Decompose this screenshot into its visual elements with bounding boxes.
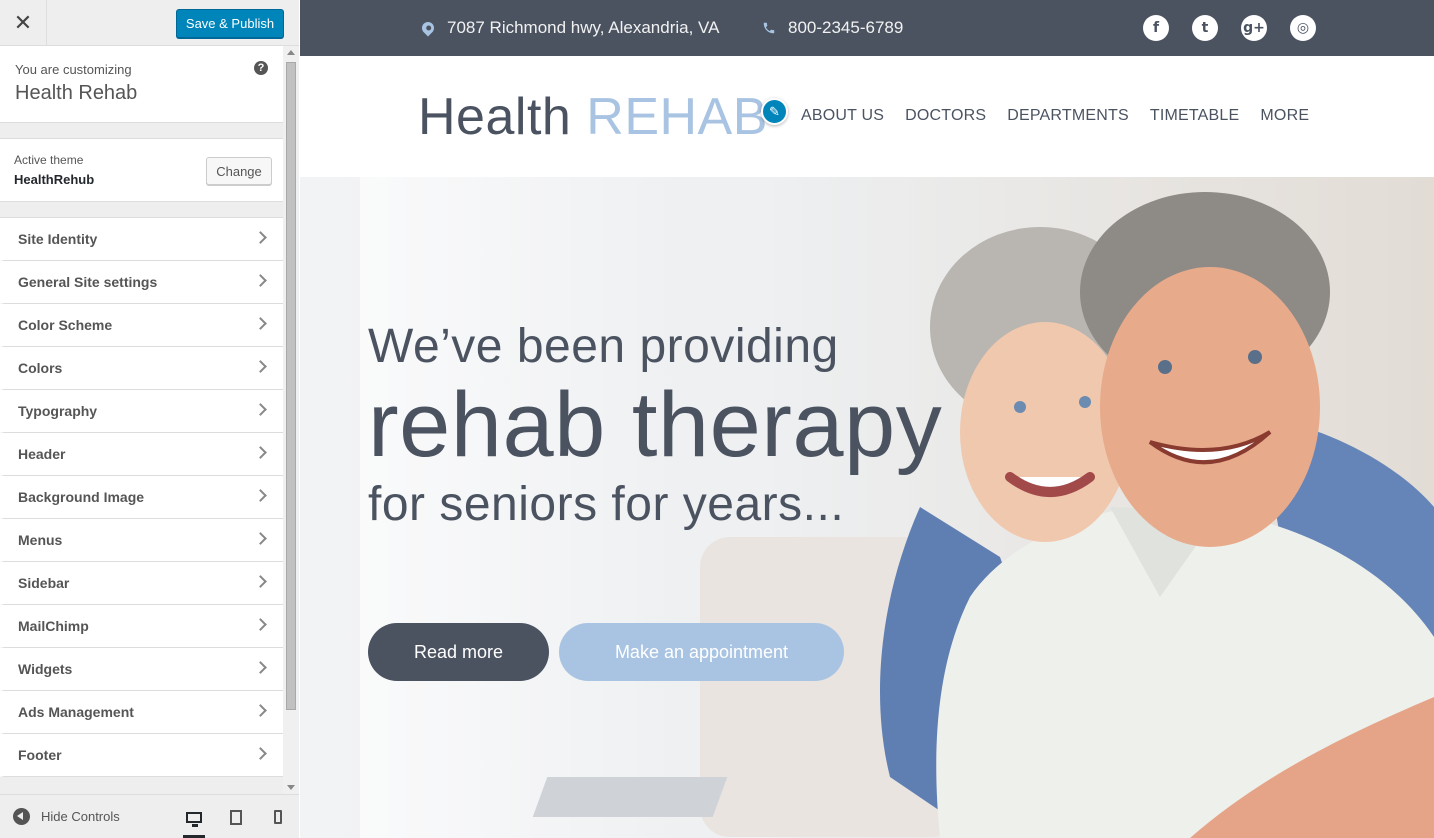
section-sidebar[interactable]: Sidebar: [0, 562, 283, 605]
section-label: Sidebar: [18, 575, 70, 591]
customizer-footer: Hide Controls: [0, 794, 299, 838]
save-publish-button[interactable]: Save & Publish: [176, 9, 284, 38]
instagram-icon[interactable]: ◎: [1290, 15, 1316, 41]
chevron-right-icon: [254, 704, 267, 717]
hero-banner: We’ve been providing rehab therapy for s…: [300, 177, 1434, 838]
active-theme-block: Active theme HealthRehub Change: [0, 138, 283, 202]
phone-icon: [763, 22, 775, 34]
chevron-right-icon: [254, 618, 267, 631]
site-header: Health REHAB ✎ ABOUT US DOCTORS DEPARTME…: [300, 56, 1434, 177]
chevron-right-icon: [254, 231, 267, 244]
section-color-scheme[interactable]: Color Scheme: [0, 304, 283, 347]
site-logo[interactable]: Health REHAB: [418, 91, 768, 143]
hide-controls-label: Hide Controls: [41, 809, 120, 824]
location-pin-icon: [419, 19, 437, 37]
make-appointment-button[interactable]: Make an appointment: [559, 623, 844, 681]
section-menus[interactable]: Menus: [0, 519, 283, 562]
section-colors[interactable]: Colors: [0, 347, 283, 390]
chevron-right-icon: [254, 446, 267, 459]
section-site-identity[interactable]: Site Identity: [0, 218, 283, 261]
customizing-label: You are customizing: [15, 62, 132, 77]
customizer-panel: You are customizing Health Rehab ? Activ…: [0, 46, 283, 794]
section-general-site-settings[interactable]: General Site settings: [0, 261, 283, 304]
chevron-right-icon: [254, 489, 267, 502]
preview-desktop-button[interactable]: [183, 807, 205, 838]
scroll-up-icon[interactable]: [287, 50, 295, 55]
scrollbar-thumb[interactable]: [286, 62, 296, 710]
hide-controls-button[interactable]: Hide Controls: [13, 808, 120, 825]
section-list: Site Identity General Site settings Colo…: [0, 217, 283, 777]
section-ads-management[interactable]: Ads Management: [0, 691, 283, 734]
site-title: Health Rehab: [15, 82, 138, 104]
hero-line-3: for seniors for years...: [368, 478, 845, 531]
chevron-right-icon: [254, 274, 267, 287]
chevron-right-icon: [254, 532, 267, 545]
hero-line-2: rehab therapy: [368, 374, 943, 476]
address-text: 7087 Richmond hwy, Alexandria, VA: [447, 18, 720, 37]
change-theme-button[interactable]: Change: [206, 157, 272, 185]
chevron-right-icon: [254, 317, 267, 330]
sidebar-scrollbar[interactable]: [283, 46, 299, 794]
section-label: Background Image: [18, 489, 145, 505]
social-links: f t g+ ◎: [1143, 15, 1316, 41]
section-label: Footer: [18, 747, 62, 763]
site-preview: 7087 Richmond hwy, Alexandria, VA 800-23…: [300, 0, 1434, 838]
collapse-icon: [13, 808, 30, 825]
twitter-icon[interactable]: t: [1192, 15, 1218, 41]
address-info: 7087 Richmond hwy, Alexandria, VA: [419, 18, 720, 38]
chevron-right-icon: [254, 403, 267, 416]
nav-about-us[interactable]: ABOUT US: [801, 107, 884, 125]
senior-couple-photo: [880, 192, 1434, 838]
desktop-icon: [186, 811, 202, 827]
section-label: MailChimp: [18, 618, 89, 634]
chevron-right-icon: [254, 360, 267, 373]
section-footer[interactable]: Footer: [0, 734, 283, 777]
edit-shortcut-pencil-icon[interactable]: ✎: [761, 98, 788, 125]
nav-more[interactable]: MORE: [1260, 107, 1309, 125]
section-label: Header: [18, 446, 66, 462]
read-more-button[interactable]: Read more: [368, 623, 549, 681]
scroll-down-icon[interactable]: [287, 785, 295, 790]
section-label: Colors: [18, 360, 63, 376]
mobile-icon: [274, 810, 282, 824]
customizer-sidebar: ✕ Save & Publish You are customizing Hea…: [0, 0, 299, 838]
customizing-info: You are customizing Health Rehab ?: [0, 46, 283, 123]
section-label: Widgets: [18, 661, 73, 677]
section-background-image[interactable]: Background Image: [0, 476, 283, 519]
section-label: Ads Management: [18, 704, 134, 720]
nav-departments[interactable]: DEPARTMENTS: [1007, 107, 1129, 125]
hero-text: We’ve been providing rehab therapy for s…: [368, 323, 942, 529]
section-header[interactable]: Header: [0, 433, 283, 476]
section-label: Site Identity: [18, 231, 98, 247]
section-widgets[interactable]: Widgets: [0, 648, 283, 691]
section-label: Color Scheme: [18, 317, 113, 333]
preview-tablet-button[interactable]: [225, 807, 247, 827]
logo-rehab: REHAB: [586, 88, 768, 146]
customizer-header: ✕ Save & Publish: [0, 0, 299, 46]
phone-info: 800-2345-6789: [762, 18, 903, 38]
main-nav: ABOUT US DOCTORS DEPARTMENTS TIMETABLE M…: [801, 107, 1330, 125]
section-mailchimp[interactable]: MailChimp: [0, 605, 283, 648]
chevron-right-icon: [254, 747, 267, 760]
help-icon[interactable]: ?: [254, 61, 268, 75]
chevron-right-icon: [254, 661, 267, 674]
section-typography[interactable]: Typography: [0, 390, 283, 433]
logo-health: Health: [418, 88, 572, 146]
section-label: Menus: [18, 532, 63, 548]
tablet-icon: [230, 809, 242, 825]
preview-mobile-button[interactable]: [267, 807, 289, 827]
hero-line-1: We’ve been providing: [368, 320, 839, 373]
section-label: Typography: [18, 403, 98, 419]
nav-doctors[interactable]: DOCTORS: [905, 107, 986, 125]
section-label: General Site settings: [18, 274, 158, 290]
nav-timetable[interactable]: TIMETABLE: [1150, 107, 1240, 125]
google-plus-icon[interactable]: g+: [1241, 15, 1267, 41]
phone-text: 800-2345-6789: [788, 18, 904, 37]
chevron-right-icon: [254, 575, 267, 588]
close-icon[interactable]: ✕: [0, 0, 47, 45]
hero-background-book: [532, 777, 728, 817]
facebook-icon[interactable]: f: [1143, 15, 1169, 41]
contact-topbar: 7087 Richmond hwy, Alexandria, VA 800-23…: [300, 0, 1434, 56]
